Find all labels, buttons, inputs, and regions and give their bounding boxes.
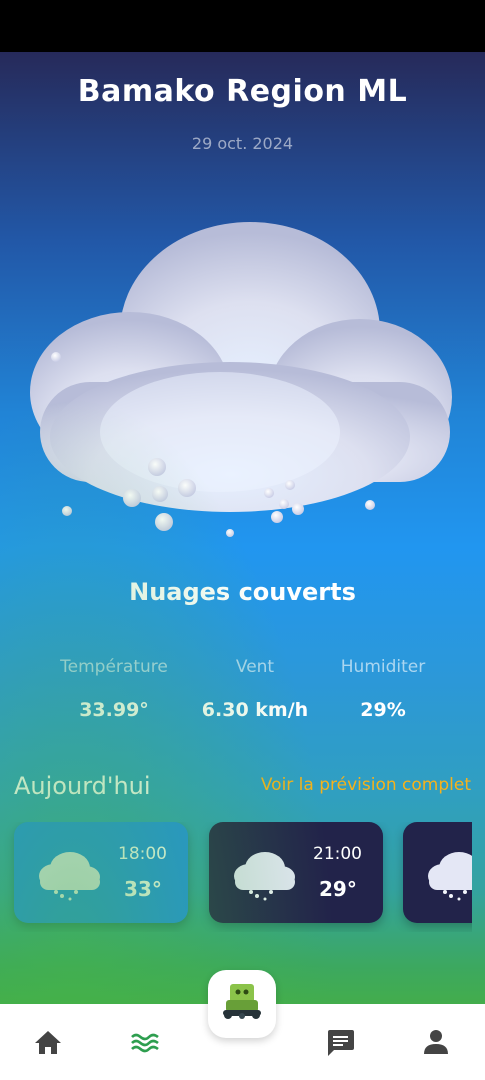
hourly-card[interactable]: 18:00 33° (14, 822, 188, 923)
today-title: Aujourd'hui (14, 772, 151, 800)
chat-icon[interactable] (322, 1026, 358, 1058)
condition-label: Nuages couverts (129, 578, 356, 606)
robot-button[interactable] (208, 970, 276, 1038)
robot-icon (223, 984, 261, 1019)
humidity-value: 29% (360, 699, 406, 721)
snow-cloud-icon (428, 852, 472, 901)
temperature-value: 33.99° (79, 699, 149, 721)
weather-screen: Bamako Region ML 29 oct. 2024 Nuages cou… (0, 52, 485, 1004)
hourly-forecast-list[interactable]: 18:00 33° 21:00 29° (0, 822, 472, 932)
profile-icon[interactable] (418, 1026, 454, 1058)
snow-cloud-icon (30, 222, 452, 537)
hourly-card[interactable] (403, 822, 472, 923)
snow-cloud-icon (39, 852, 100, 901)
hourly-time: 21:00 (313, 844, 362, 864)
status-bar (0, 0, 485, 52)
humidity-label: Humiditer (340, 657, 426, 677)
hourly-temp: 33° (124, 877, 162, 901)
temperature-label: Température (60, 657, 168, 677)
full-forecast-link[interactable]: Voir la prévision complet (261, 775, 471, 795)
waves-icon[interactable] (127, 1026, 163, 1058)
snow-cloud-icon (234, 852, 295, 901)
home-icon[interactable] (30, 1026, 66, 1058)
hourly-card[interactable]: 21:00 29° (209, 822, 383, 923)
date-label: 29 oct. 2024 (191, 134, 294, 153)
hourly-temp: 29° (319, 877, 357, 901)
city-title: Bamako Region ML (77, 74, 408, 109)
hourly-time: 18:00 (118, 844, 167, 864)
